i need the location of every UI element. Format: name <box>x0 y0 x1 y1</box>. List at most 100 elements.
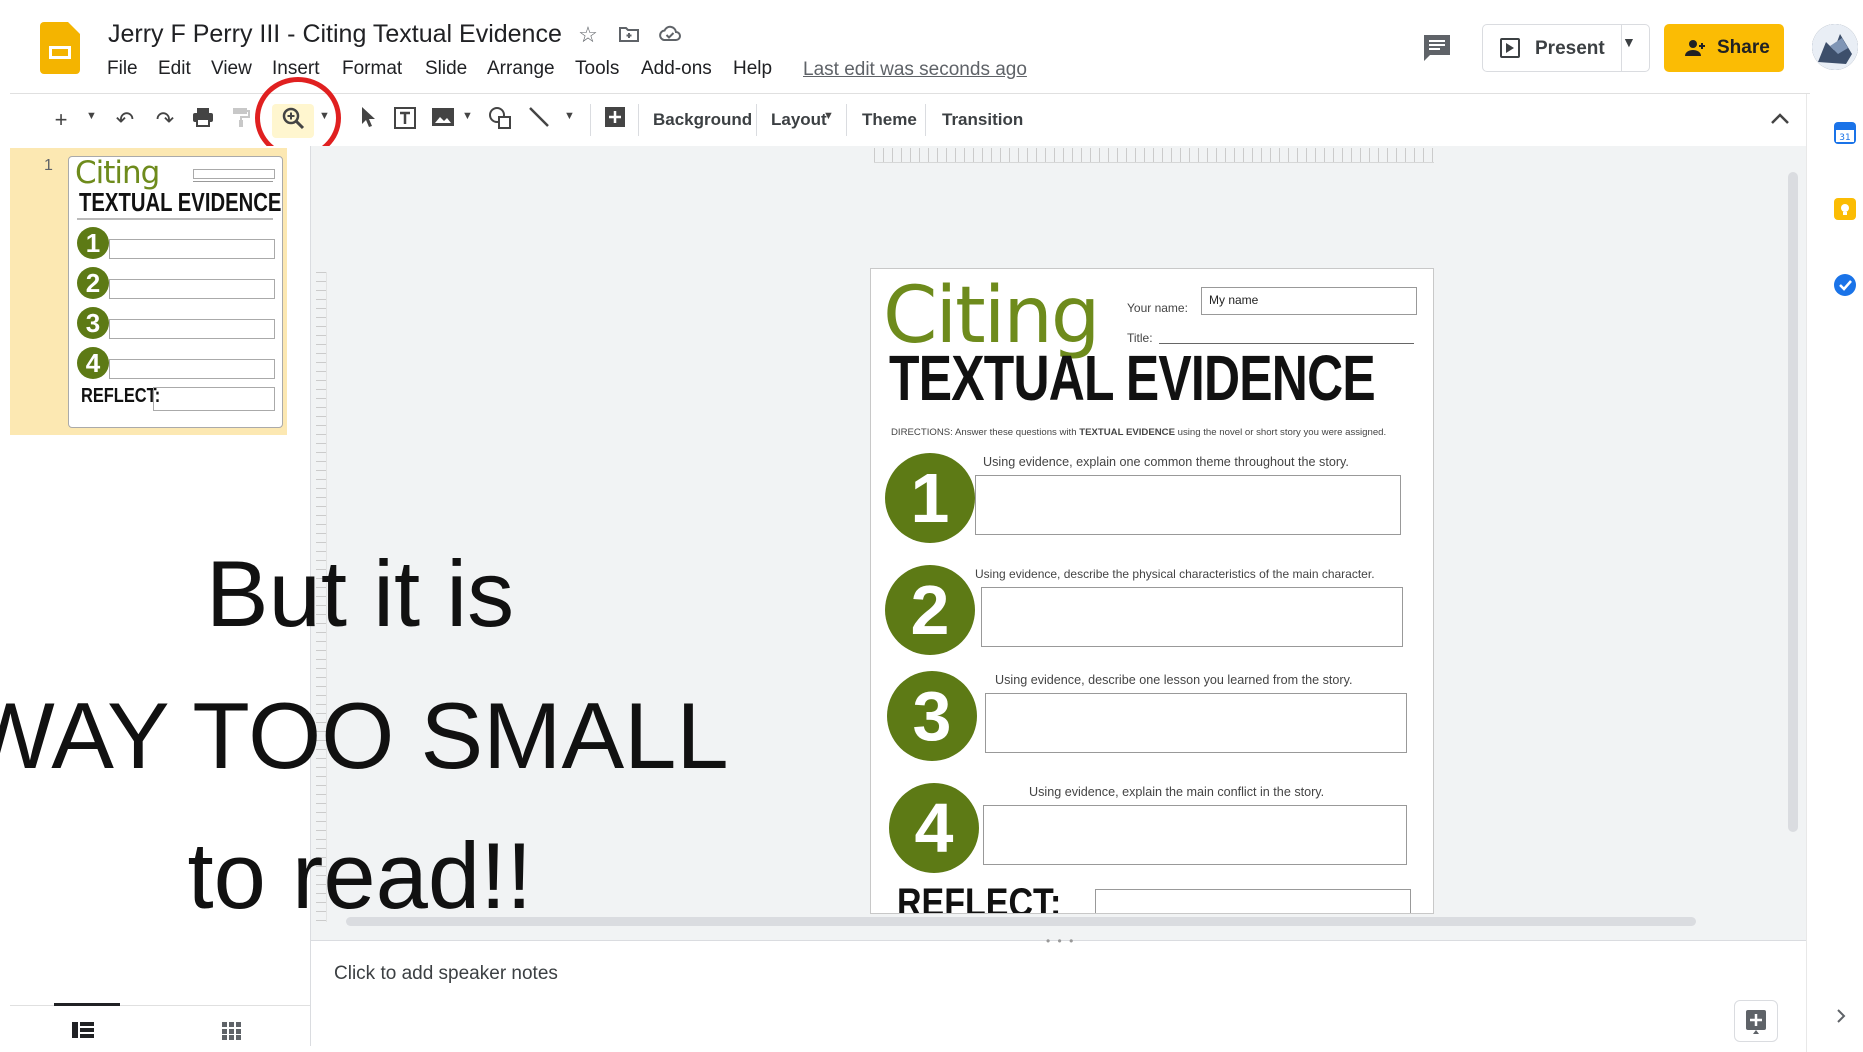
directions-prefix: DIRECTIONS: Answer these questions with <box>891 427 1080 438</box>
menu-tools[interactable]: Tools <box>575 58 619 80</box>
thumb-name-box <box>193 169 275 179</box>
directions-text: DIRECTIONS: Answer these questions with … <box>891 427 1386 438</box>
thumb-title-line <box>193 181 273 182</box>
your-name-value[interactable]: My name <box>1209 293 1258 307</box>
thumb-answer-box-1 <box>109 239 275 259</box>
insert-image-icon[interactable] <box>428 106 458 134</box>
notes-resize-handle[interactable]: • • • <box>1046 934 1075 948</box>
collapse-toolbar-icon[interactable] <box>1770 106 1790 132</box>
redo-icon[interactable]: ↷ <box>150 106 180 134</box>
question-number-3: 3 <box>887 671 977 761</box>
cloud-status-icon[interactable] <box>657 22 683 48</box>
directions-bold: TEXTUAL EVIDENCE <box>1079 427 1175 438</box>
shape-icon[interactable] <box>485 106 515 134</box>
slide-page[interactable]: Citing Your name: My name Title: TEXTUAL… <box>870 268 1434 914</box>
thumb-number-1: 1 <box>77 227 109 259</box>
question-prompt-4: Using evidence, explain the main conflic… <box>1029 785 1325 799</box>
new-slide-caret-icon[interactable]: ▼ <box>86 110 97 122</box>
explore-button[interactable] <box>1734 1000 1778 1042</box>
layout-caret-icon[interactable]: ▼ <box>823 110 834 122</box>
menu-add-ons[interactable]: Add-ons <box>641 58 712 80</box>
answer-box-3[interactable] <box>985 693 1407 753</box>
expand-side-panel-icon[interactable] <box>1836 1008 1846 1029</box>
svg-text:31: 31 <box>1839 133 1850 143</box>
comment-history-button[interactable] <box>1420 32 1456 64</box>
calendar-icon[interactable]: 31 <box>1834 122 1856 144</box>
present-label: Present <box>1535 38 1605 59</box>
print-icon[interactable] <box>188 106 218 134</box>
overlay-caption-line-3: to read!! <box>187 823 533 928</box>
keep-icon[interactable] <box>1834 198 1856 220</box>
paint-format-icon[interactable] <box>226 106 256 134</box>
menu-arrange[interactable]: Arrange <box>487 58 555 80</box>
theme-button[interactable]: Theme <box>862 110 917 130</box>
question-number-2: 2 <box>885 565 975 655</box>
speaker-notes-field[interactable]: Click to add speaker notes <box>334 963 558 985</box>
filmstrip-view-icon[interactable] <box>72 1022 94 1038</box>
reflect-label: REFLECT: <box>897 881 1062 914</box>
new-slide-icon[interactable]: + <box>46 106 76 134</box>
menu-help[interactable]: Help <box>733 58 772 80</box>
menu-slide[interactable]: Slide <box>425 58 467 80</box>
text-box-icon[interactable] <box>390 106 420 134</box>
your-name-label: Your name: <box>1127 301 1188 315</box>
overlay-caption-line-1: But it is <box>205 541 515 646</box>
toolbar-separator <box>846 104 847 136</box>
thumb-citing: Citing <box>75 156 160 191</box>
overlay-caption-line-2: WAY TOO SMALL <box>0 683 729 788</box>
image-caret-icon[interactable]: ▼ <box>462 110 473 122</box>
vertical-scrollbar[interactable] <box>1788 172 1798 832</box>
tasks-icon[interactable] <box>1834 274 1856 296</box>
thumb-heading: TEXTUAL EVIDENCE <box>79 187 282 217</box>
menu-file[interactable]: File <box>107 58 138 80</box>
play-icon <box>1506 43 1514 53</box>
toolbar-separator <box>590 104 591 136</box>
layout-button[interactable]: Layout <box>771 110 827 130</box>
question-prompt-1: Using evidence, explain one common theme… <box>983 455 1349 469</box>
toolbar-separator <box>756 104 757 136</box>
question-prompt-3: Using evidence, describe one lesson you … <box>995 673 1353 687</box>
transition-button[interactable]: Transition <box>942 110 1023 130</box>
thumb-directions <box>77 218 273 220</box>
thumb-number-4: 4 <box>77 347 109 379</box>
side-panel <box>1806 94 1863 1052</box>
thumb-number-2: 2 <box>77 267 109 299</box>
slide-thumbnail[interactable]: Citing TEXTUAL EVIDENCE 1 2 3 4 REFLECT: <box>68 156 283 428</box>
thumb-answer-box-2 <box>109 279 275 299</box>
grid-view-icon[interactable] <box>222 1022 242 1040</box>
menu-view[interactable]: View <box>211 58 252 80</box>
reflect-box[interactable] <box>1095 889 1411 913</box>
last-edit-link[interactable]: Last edit was seconds ago <box>803 59 1027 81</box>
select-cursor-icon[interactable] <box>353 106 383 134</box>
toolbar-separator <box>925 104 926 136</box>
menu-format[interactable]: Format <box>342 58 402 80</box>
question-prompt-2: Using evidence, describe the physical ch… <box>975 567 1375 581</box>
directions-suffix: using the novel or short story you were … <box>1175 427 1387 438</box>
slides-logo-icon[interactable] <box>40 22 80 74</box>
user-avatar[interactable] <box>1812 24 1858 70</box>
add-comment-icon[interactable] <box>600 106 630 134</box>
question-number-4: 4 <box>889 783 979 873</box>
slide-heading: TEXTUAL EVIDENCE <box>889 342 1376 414</box>
document-title[interactable]: Jerry F Perry III - Citing Textual Evide… <box>108 20 562 49</box>
thumb-number-3: 3 <box>77 307 109 339</box>
thumb-answer-box-4 <box>109 359 275 379</box>
active-view-indicator <box>54 1003 120 1006</box>
answer-box-2[interactable] <box>981 587 1403 647</box>
answer-box-4[interactable] <box>983 805 1407 865</box>
share-label: Share <box>1717 37 1770 58</box>
horizontal-ruler[interactable] <box>874 148 1434 163</box>
question-number-1: 1 <box>885 453 975 543</box>
present-dropdown-caret-icon[interactable]: ▼ <box>1622 34 1636 50</box>
thumb-reflect-box <box>153 387 275 411</box>
line-icon[interactable] <box>524 106 554 134</box>
move-folder-icon[interactable] <box>616 22 642 48</box>
undo-icon[interactable]: ↶ <box>110 106 140 134</box>
line-caret-icon[interactable]: ▼ <box>564 110 575 122</box>
star-icon[interactable]: ☆ <box>575 22 601 48</box>
answer-box-1[interactable] <box>975 475 1401 535</box>
background-button[interactable]: Background <box>653 110 752 130</box>
menu-edit[interactable]: Edit <box>158 58 191 80</box>
thumb-answer-box-3 <box>109 319 275 339</box>
thumb-reflect: REFLECT: <box>81 385 161 407</box>
